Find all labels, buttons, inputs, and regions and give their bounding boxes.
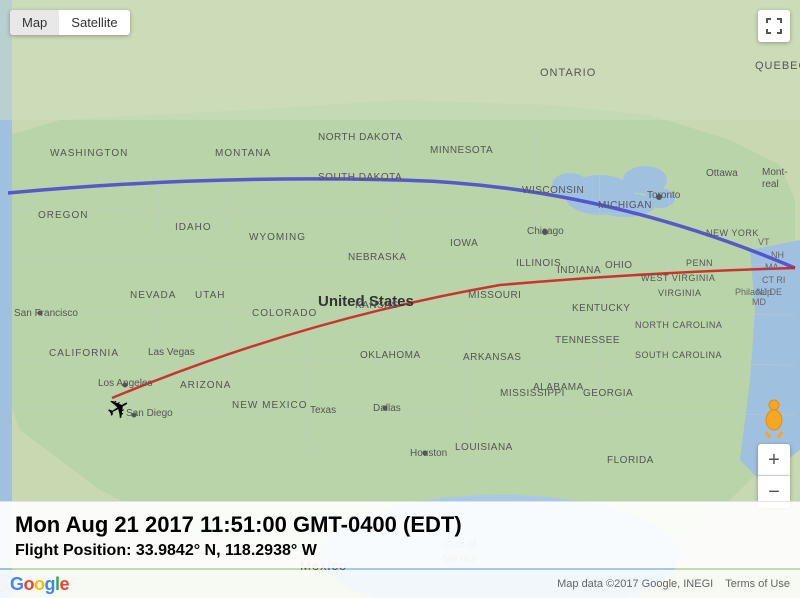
bottom-bar: Google Map data ©2017 Google, INEGI Term… [0,570,800,598]
map-attribution: Map data ©2017 Google, INEGI [557,578,713,590]
info-panel: Mon Aug 21 2017 11:51:00 GMT-0400 (EDT) … [0,501,800,568]
position-lng: 118.2938° W [225,542,317,559]
satellite-button[interactable]: Satellite [59,10,129,35]
terms-link[interactable]: Terms of Use [725,578,790,590]
fullscreen-button[interactable] [758,10,790,42]
map-button[interactable]: Map [10,10,59,35]
flight-timestamp: Mon Aug 21 2017 11:51:00 GMT-0400 (EDT) [15,512,785,538]
map-container: Mexico Gulf of Mexico VT NH MA CT RI NJ … [0,0,800,598]
zoom-in-button[interactable]: + [758,444,790,476]
flight-position: Flight Position: 33.9842° N, 118.2938° W [15,542,785,560]
position-lat: 33.9842° N, [136,542,221,559]
google-logo: Google [10,574,69,595]
zoom-controls: + − [758,444,790,508]
map-toggle: Map Satellite [10,10,130,35]
street-view-icon[interactable] [758,398,790,438]
position-label: Flight Position: [15,542,131,559]
